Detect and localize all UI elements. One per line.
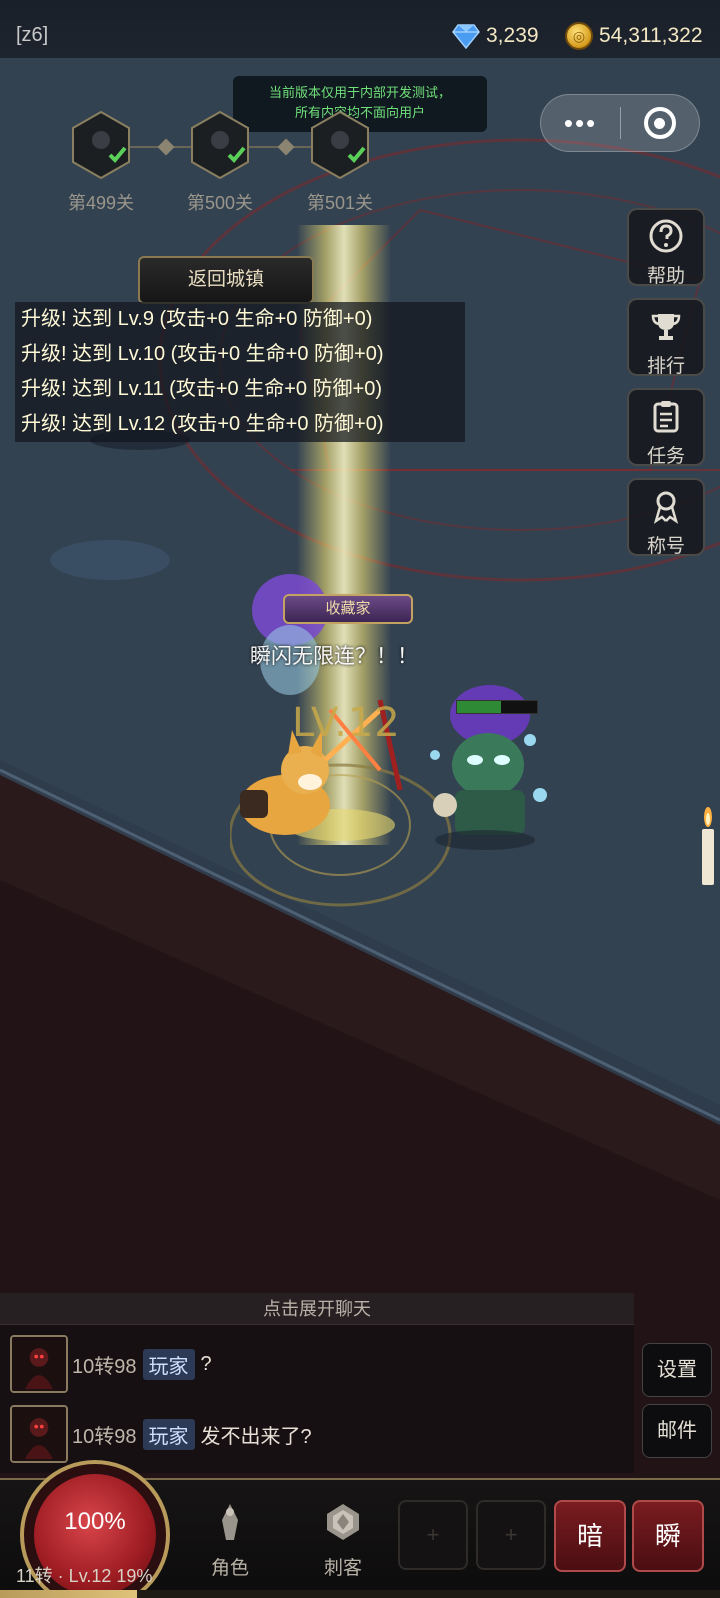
level-caption: 11转 · Lv.12 19% (16, 1566, 153, 1586)
chat-panel: 点击展开聊天 10转98 玩家 ? 10转98 玩家 发不出来了? (0, 1293, 634, 1473)
help-icon (649, 219, 683, 253)
collector-title-badge: 收藏家 (283, 594, 413, 624)
server-tag: [z6] (16, 24, 49, 46)
enemy-hp-bar (456, 700, 538, 714)
gold-amount: 54,311,322 (599, 24, 703, 47)
stage-label: 第499关 (67, 193, 135, 213)
nav-character[interactable]: 角色 (190, 1500, 270, 1580)
chat-message-text: ? (200, 1352, 212, 1375)
empty-skill-slot[interactable]: + (476, 1500, 546, 1570)
chat-message: 10转98 玩家 发不出来了? (10, 1405, 312, 1463)
return-town-button[interactable]: 返回城镇 (138, 256, 314, 304)
level-up-log: 升级! 达到 Lv.9 (攻击+0 生命+0 防御+0) 升级! 达到 Lv.1… (15, 302, 465, 442)
quest-label: 任务 (646, 446, 685, 467)
target-icon (643, 107, 676, 139)
rank-label: 排行 (646, 356, 685, 377)
diamond-counter: 3,239 (452, 20, 539, 52)
help-button[interactable]: 帮助 (627, 208, 705, 287)
diamond-icon (452, 24, 480, 49)
more-menu-icon[interactable]: ••• (541, 94, 620, 152)
help-label: 帮助 (646, 266, 685, 287)
medal-icon (653, 491, 679, 524)
chat-rank: 10转98 (72, 1355, 137, 1378)
quest-button[interactable]: 任务 (627, 388, 705, 467)
chat-message-text: 发不出来了? (200, 1425, 312, 1448)
log-line: 升级! 达到 Lv.10 (攻击+0 生命+0 防御+0) (21, 343, 384, 365)
stage-node: 第499关 (62, 110, 140, 215)
enemy-hp-fill (457, 701, 501, 713)
mail-button[interactable]: 邮件 (642, 1404, 712, 1458)
notice-line-1: 当前版本仅用于内部开发测试， (268, 85, 451, 100)
diamond-amount: 3,239 (486, 24, 539, 47)
skill-dark-button[interactable]: 暗 (554, 1500, 626, 1572)
log-line: 升级! 达到 Lv.12 (攻击+0 生命+0 防御+0) (21, 413, 384, 435)
settings-button[interactable]: 设置 (642, 1343, 712, 1397)
nav-assassin-label: 刺客 (323, 1558, 362, 1579)
log-line: 升级! 达到 Lv.9 (攻击+0 生命+0 防御+0) (21, 308, 373, 330)
empty-skill-slot[interactable]: + (398, 1500, 468, 1570)
miniprogram-capsule: ••• (540, 94, 700, 152)
hp-percent: 100% (64, 1508, 126, 1535)
gold-counter: ◎ 54,311,322 (565, 20, 703, 52)
stage-hex-icon (191, 110, 249, 180)
xp-fill (0, 1590, 137, 1598)
stage-progress: 第499关 第500关 第501关 (60, 110, 400, 220)
battle-shout-text: 瞬闪无限连？！！ (250, 645, 418, 668)
expand-chat-button[interactable]: 点击展开聊天 (0, 1293, 634, 1325)
avatar[interactable] (10, 1405, 68, 1463)
stage-connector-diamond (157, 138, 175, 156)
stage-node: 第500关 (181, 110, 259, 215)
chat-rank: 10转98 (72, 1425, 137, 1448)
xp-bar (0, 1590, 720, 1598)
rank-button[interactable]: 排行 (627, 298, 705, 377)
nav-assassin[interactable]: 刺客 (303, 1500, 383, 1580)
assassin-icon (327, 1504, 359, 1540)
title-label: 称号 (646, 536, 685, 557)
stage-hex-icon (311, 110, 369, 180)
gold-coin-icon: ◎ (565, 22, 593, 50)
chat-username[interactable]: 玩家 (142, 1418, 195, 1450)
stage-label: 第501关 (306, 193, 374, 213)
skill-flash-button[interactable]: 瞬 (632, 1500, 704, 1572)
stage-hex-icon (72, 110, 130, 180)
trophy-icon (651, 314, 681, 340)
nav-character-label: 角色 (210, 1558, 249, 1579)
title-button[interactable]: 称号 (627, 478, 705, 557)
log-line: 升级! 达到 Lv.11 (攻击+0 生命+0 防御+0) (21, 378, 383, 400)
level-up-text: LV.12 (292, 700, 401, 746)
clipboard-icon (653, 401, 679, 433)
stage-node: 第501关 (301, 110, 379, 215)
chat-username[interactable]: 玩家 (142, 1348, 195, 1380)
avatar[interactable] (10, 1335, 68, 1393)
fishman-enemy (455, 790, 525, 835)
candle-icon (702, 807, 714, 885)
stage-connector-diamond (277, 138, 295, 156)
close-miniprogram-button[interactable] (621, 107, 699, 139)
chat-message: 10转98 玩家 ? (10, 1335, 212, 1393)
stage-label: 第500关 (186, 193, 254, 213)
character-icon (222, 1504, 238, 1540)
